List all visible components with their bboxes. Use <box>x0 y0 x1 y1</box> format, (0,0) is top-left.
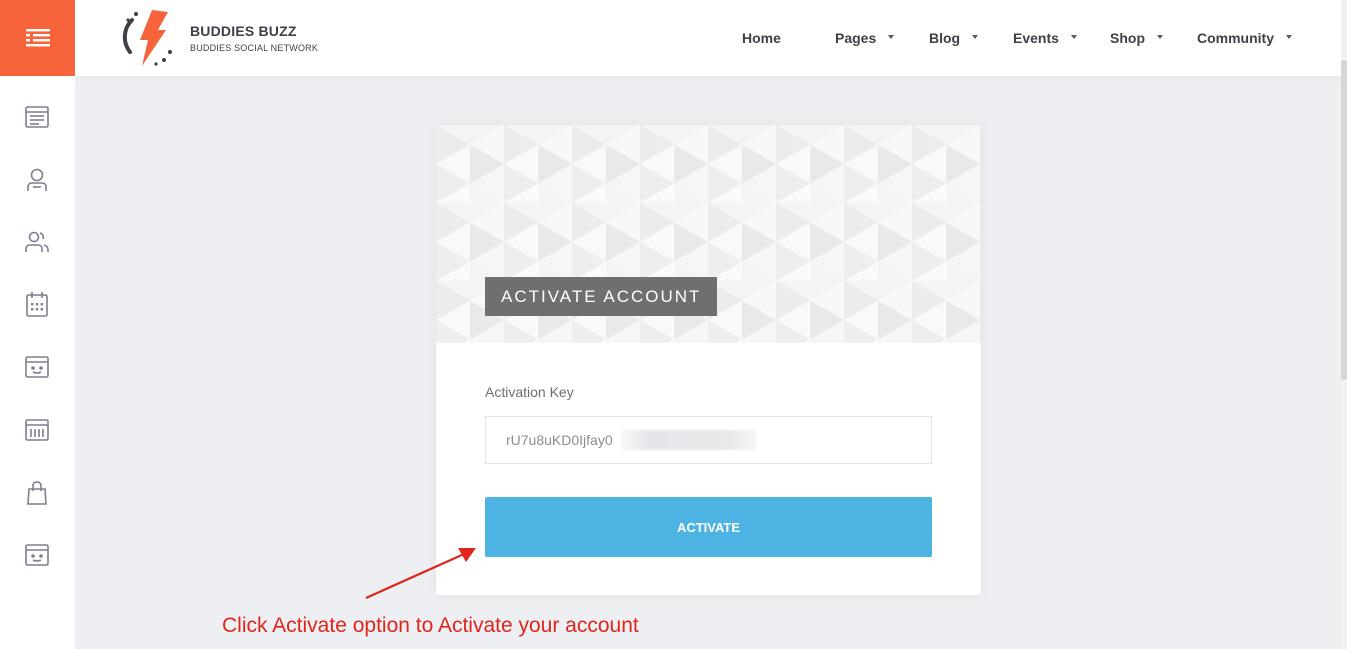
brand-logo[interactable]: BUDDIES BUZZ BUDDIES SOCIAL NETWORK <box>118 8 318 68</box>
scrollbar-thumb[interactable] <box>1341 60 1347 380</box>
nav-home-label: Home <box>742 30 781 46</box>
caret-down-icon <box>1157 35 1163 40</box>
nav-events[interactable]: Events <box>1013 30 1077 46</box>
page-scrollbar[interactable] <box>1341 0 1347 649</box>
annotation-text: Click Activate option to Activate your a… <box>222 614 639 637</box>
calendar-icon[interactable] <box>24 291 50 317</box>
activate-account-card: ACTIVATE ACCOUNT Activation Key ACTIVATE <box>436 125 981 595</box>
friends-icon[interactable] <box>24 229 50 255</box>
profile-icon[interactable] <box>24 167 50 193</box>
redacted-key-blur <box>621 430 756 450</box>
groups-icon[interactable] <box>24 354 50 380</box>
caret-down-icon <box>972 35 979 40</box>
brand-subtitle: BUDDIES SOCIAL NETWORK <box>190 43 319 53</box>
nav-community[interactable]: Community <box>1197 30 1292 46</box>
brand-title: BUDDIES BUZZ <box>190 23 297 39</box>
widgets-icon[interactable] <box>24 542 50 568</box>
nav-shop-label: Shop <box>1110 30 1145 46</box>
annotation-arrow-icon <box>365 548 476 600</box>
hamburger-menu-icon <box>25 29 50 47</box>
caret-down-icon <box>1286 35 1292 40</box>
caret-down-icon <box>888 35 895 40</box>
nav-blog[interactable]: Blog <box>929 30 979 46</box>
activation-key-label: Activation Key <box>485 384 574 400</box>
newsfeed-icon[interactable] <box>24 104 50 130</box>
activate-button[interactable]: ACTIVATE <box>485 497 932 557</box>
left-sidebar <box>0 76 75 649</box>
caret-down-icon <box>1070 35 1077 40</box>
nav-community-label: Community <box>1197 30 1274 46</box>
nav-pages-label: Pages <box>835 30 877 46</box>
shop-bag-icon[interactable] <box>24 480 50 506</box>
lightning-logo-icon <box>122 10 172 66</box>
nav-events-label: Events <box>1013 30 1059 46</box>
top-header: BUDDIES BUZZ BUDDIES SOCIAL NETWORK Home… <box>0 0 1347 76</box>
nav-shop[interactable]: Shop <box>1110 30 1163 46</box>
nav-home[interactable]: Home <box>742 30 781 46</box>
card-title: ACTIVATE ACCOUNT <box>485 277 718 316</box>
nav-blog-label: Blog <box>929 30 961 46</box>
nav-pages[interactable]: Pages <box>835 30 895 46</box>
card-banner: ACTIVATE ACCOUNT <box>436 125 981 343</box>
forums-icon[interactable] <box>24 417 50 443</box>
menu-toggle-button[interactable] <box>0 0 75 76</box>
